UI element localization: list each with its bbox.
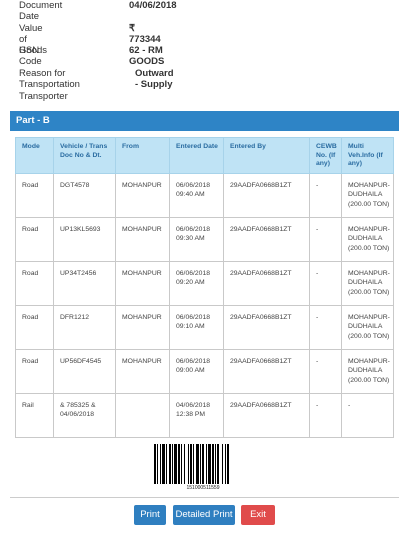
barcode-bar [178,444,180,484]
barcode-bar [188,444,189,484]
barcode-bar [184,444,185,484]
transporter-label: Transporter [19,91,68,102]
part-b-title: Part - B [16,115,50,126]
barcode-bar [190,444,192,484]
cell-vehicle: UP34T2456 [53,260,116,306]
cell-entered-date: 06/06/2018 09:20 AM [169,260,224,306]
cell-entered-by: 29AADFA0668B1ZT [223,392,310,438]
cell-entered-by: 29AADFA0668B1ZT [223,260,310,306]
barcode-bar [162,444,165,484]
barcode-bar [227,444,229,484]
cell-entered-by: 29AADFA0668B1ZT [223,348,310,394]
barcode-bar [222,444,223,484]
cell-entered-date: 04/06/2018 12:38 PM [169,392,224,438]
barcode-bar [157,444,158,484]
header-entered-date: Entered Date [169,137,224,174]
header-cewb: CEWB No. (If any) [309,137,342,174]
cell-mode: Road [15,304,54,350]
cell-entered-by: 29AADFA0668B1ZT [223,216,310,262]
barcode-bar [181,444,182,484]
barcode-bar [217,444,219,484]
barcode-bar [208,444,211,484]
cell-entered-by: 29AADFA0668B1ZT [223,304,310,350]
cell-entered-by: 29AADFA0668B1ZT [223,172,310,218]
hsn-code-value: 62 - RM GOODS [129,45,165,67]
cell-mode: Road [15,216,54,262]
barcode-bar [166,444,167,484]
barcode-bar [193,444,194,484]
barcode-bar [169,444,171,484]
hsn-code-label: HSN Code [19,45,42,67]
value-of-goods-value: ₹ 773344 [129,23,161,45]
cell-vehicle: DGT4578 [53,172,116,218]
cell-vehicle: DFR1212 [53,304,116,350]
cell-cewb: - [309,172,342,218]
table-row: Road UP34T2456 MOHANPUR 06/06/2018 09:20… [15,260,394,306]
cell-from: MOHANPUR [115,304,170,350]
cell-multi-veh: MOHANPUR-DUDHAILA (200.00 TON) [341,304,394,350]
header-multi-veh: Multi Veh.Info (If any) [341,137,394,174]
barcode-bar [196,444,199,484]
table-row: Road DFR1212 MOHANPUR 06/06/2018 09:10 A… [15,304,394,350]
cell-vehicle: UP13KL5693 [53,216,116,262]
cell-from: MOHANPUR [115,172,170,218]
cell-from [115,392,170,438]
table-row: Road DGT4578 MOHANPUR 06/06/2018 09:40 A… [15,172,394,218]
document-date-value: 04/06/2018 [129,0,177,11]
cell-entered-date: 06/06/2018 09:40 AM [169,172,224,218]
cell-multi-veh: MOHANPUR-DUDHAILA (200.00 TON) [341,172,394,218]
table-row: Road UP13KL5693 MOHANPUR 06/06/2018 09:3… [15,216,394,262]
barcode-bar [202,444,204,484]
barcode-bar [206,444,207,484]
header-vehicle: Vehicle / Trans Doc No & Dt. [53,137,116,174]
header-from: From [115,137,170,174]
cell-cewb: - [309,392,342,438]
reason-value: Outward - Supply [135,68,174,90]
footer-divider [10,497,399,498]
cell-vehicle: & 785325 & 04/06/2018 [53,392,116,438]
cell-mode: Road [15,172,54,218]
table-row: Road UP56DF4545 MOHANPUR 06/06/2018 09:0… [15,348,394,394]
cell-vehicle: UP56DF4545 [53,348,116,394]
barcode-bar [212,444,214,484]
cell-mode: Rail [15,392,54,438]
document-date-label: Document Date [19,0,63,22]
barcode-bar [200,444,201,484]
cell-mode: Road [15,260,54,306]
barcode-bar [174,444,177,484]
cell-cewb: - [309,348,342,394]
exit-button[interactable]: Exit [241,505,275,525]
reason-label: Reason for Transportation [19,68,80,90]
barcode-bar [172,444,173,484]
barcode-number: 151000511559 [186,485,220,491]
header-mode: Mode [15,137,54,174]
barcode-bar [160,444,161,484]
table-row: Rail & 785325 & 04/06/2018 04/06/2018 12… [15,392,394,438]
header-entered-by: Entered By [223,137,310,174]
cell-multi-veh: MOHANPUR-DUDHAILA (200.00 TON) [341,348,394,394]
barcode-bar [215,444,216,484]
cell-from: MOHANPUR [115,216,170,262]
cell-multi-veh: MOHANPUR-DUDHAILA (200.00 TON) [341,260,394,306]
detailed-print-button[interactable]: Detailed Print [173,505,235,525]
barcode-bar [225,444,226,484]
barcode-bar [154,444,156,484]
part-b-table: Mode Vehicle / Trans Doc No & Dt. From E… [15,137,394,438]
cell-entered-date: 06/06/2018 09:00 AM [169,348,224,394]
cell-multi-veh: - [341,392,394,438]
cell-cewb: - [309,216,342,262]
cell-entered-date: 06/06/2018 09:10 AM [169,304,224,350]
part-b-table-container: Mode Vehicle / Trans Doc No & Dt. From E… [15,137,394,438]
cell-mode: Road [15,348,54,394]
table-header-row: Mode Vehicle / Trans Doc No & Dt. From E… [15,137,394,174]
cell-cewb: - [309,260,342,306]
cell-from: MOHANPUR [115,260,170,306]
part-b-header: Part - B [10,111,399,131]
cell-entered-date: 06/06/2018 09:30 AM [169,216,224,262]
print-button[interactable]: Print [134,505,166,525]
cell-from: MOHANPUR [115,348,170,394]
cell-multi-veh: MOHANPUR-DUDHAILA (200.00 TON) [341,216,394,262]
cell-cewb: - [309,304,342,350]
